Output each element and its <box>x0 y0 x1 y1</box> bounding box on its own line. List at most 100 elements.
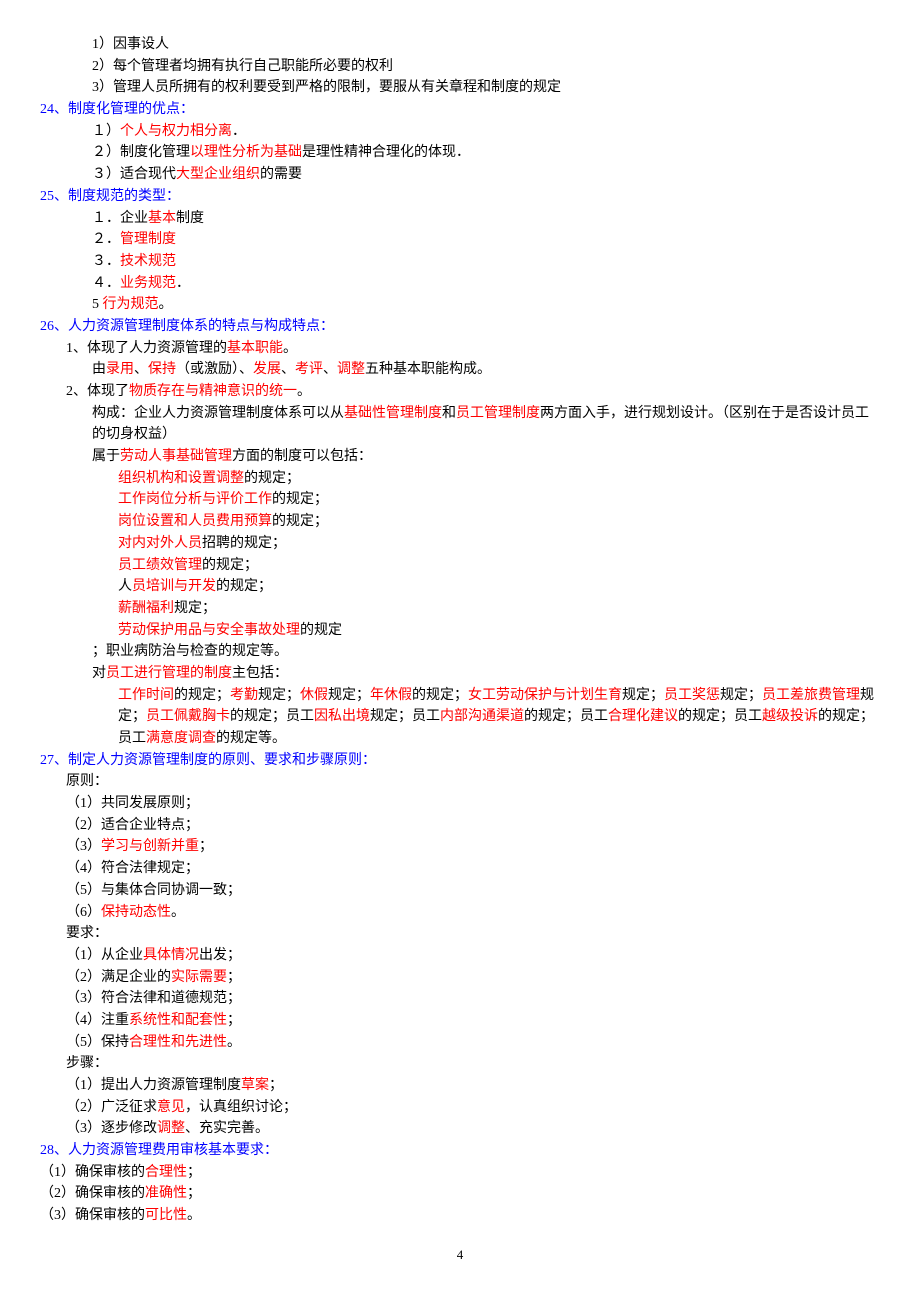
t: ； <box>187 1186 201 1201</box>
t: 学习与创新并重 <box>101 839 199 854</box>
t: 调整 <box>157 1121 185 1136</box>
item-26-2: 2、体现了物质存在与精神意识的统一。 <box>66 381 880 403</box>
t: 。 <box>227 1035 241 1050</box>
t: 保持 <box>148 362 176 377</box>
item-25-2: ２．管理制度 <box>92 229 880 251</box>
p28-3: （3）确保审核的可比性。 <box>40 1205 880 1227</box>
t: 的规定； <box>412 688 468 703</box>
t: 步骤： <box>66 1056 108 1071</box>
t: ２）制度化管理 <box>92 145 190 160</box>
t: ； <box>199 839 213 854</box>
t: 原则： <box>66 774 108 789</box>
t: 的规定 <box>300 623 342 638</box>
label-principle: 原则： <box>66 771 880 793</box>
t: 的规定；员工 <box>678 709 762 724</box>
p27-y6: （6）保持动态性。 <box>66 902 880 924</box>
t: 出发； <box>199 948 241 963</box>
t: １） <box>92 124 120 139</box>
t: 人 <box>118 579 132 594</box>
t: 工作岗位分析与评价工作 <box>118 492 272 507</box>
p27-s2: （2）广泛征求意见，认真组织讨论； <box>66 1097 880 1119</box>
item-24-2: ２）制度化管理以理性分析为基础是理性精神合理化的体现． <box>92 142 880 164</box>
t: 年休假 <box>370 688 412 703</box>
item-25-5: 5 行为规范。 <box>92 294 880 316</box>
t: 对内对外人员 <box>118 536 202 551</box>
t: 主包括： <box>232 666 288 681</box>
t: 的规定； <box>174 688 230 703</box>
t: ； <box>187 1165 201 1180</box>
t: 属于 <box>92 449 120 464</box>
t: 员培训与开发 <box>132 579 216 594</box>
item-25-4: ４．业务规范． <box>92 273 880 295</box>
t: 员工绩效管理 <box>118 558 202 573</box>
heading-text: 24、制度化管理的优点： <box>40 102 194 117</box>
p27-r4: （4）注重系统性和配套性； <box>66 1010 880 1032</box>
t: 行为规范 <box>103 297 159 312</box>
t: 规定； <box>174 601 216 616</box>
t: （2）确保审核的 <box>40 1186 145 1201</box>
t: 规定； <box>258 688 300 703</box>
p27-s3: （3）逐步修改调整、充实完善。 <box>66 1118 880 1140</box>
t: １．企业 <box>92 211 148 226</box>
bullet-9: ；职业病防治与检查的规定等。 <box>92 641 880 663</box>
t: 业务规范 <box>120 276 176 291</box>
t: 2、体现了 <box>66 384 129 399</box>
t: 休假 <box>300 688 328 703</box>
t: 工作时间 <box>118 688 174 703</box>
t: ；职业病防治与检查的规定等。 <box>92 644 288 659</box>
t: 岗位设置和人员费用预算 <box>118 514 272 529</box>
t: 规定；员工 <box>370 709 440 724</box>
t: （3）确保审核的 <box>40 1208 145 1223</box>
t: 薪酬福利 <box>118 601 174 616</box>
t: 合理化建议 <box>608 709 678 724</box>
t: 系统性和配套性 <box>129 1013 227 1028</box>
bullet-4: 对内对外人员招聘的规定； <box>118 533 880 555</box>
item-24-1: １）个人与权力相分离． <box>92 121 880 143</box>
t: 发展 <box>253 362 281 377</box>
t: 4 <box>457 1247 464 1262</box>
heading-26: 26、人力资源管理制度体系的特点与构成特点： <box>40 316 880 338</box>
t: ３． <box>92 254 120 269</box>
t: 是理性精神合理化的体现． <box>302 145 470 160</box>
t: 、 <box>134 362 148 377</box>
t: 的规定； <box>272 492 328 507</box>
t: ４． <box>92 276 120 291</box>
bullet-1: 组织机构和设置调整的规定； <box>118 468 880 490</box>
t: 意见 <box>157 1100 185 1115</box>
text: 3）管理人员所拥有的权利要受到严格的限制，要服从有关章程和制度的规定 <box>92 80 561 95</box>
t: （2）适合企业特点； <box>66 818 199 833</box>
t: 的规定；员工 <box>524 709 608 724</box>
t: ； <box>227 970 241 985</box>
t: 的规定； <box>202 558 258 573</box>
t: （3） <box>66 839 101 854</box>
p28-1: （1）确保审核的合理性； <box>40 1162 880 1184</box>
t: 。 <box>187 1208 201 1223</box>
t: 、充实完善。 <box>185 1121 269 1136</box>
t: 女工劳动保护与计划生育 <box>468 688 622 703</box>
page-number: 4 <box>40 1245 880 1265</box>
bullet-8: 劳动保护用品与安全事故处理的规定 <box>118 620 880 642</box>
t: 越级投诉 <box>762 709 818 724</box>
t: （2）满足企业的 <box>66 970 171 985</box>
p27-y3: （3）学习与创新并重； <box>66 836 880 858</box>
t: （1）共同发展原则； <box>66 796 199 811</box>
t: 具体情况 <box>143 948 199 963</box>
p27-y1: （1）共同发展原则； <box>66 793 880 815</box>
t: 内部沟通渠道 <box>440 709 524 724</box>
p27-y5: （5）与集体合同协调一致； <box>66 880 880 902</box>
t: 员工佩戴胸卡 <box>146 709 230 724</box>
item-26-2-a: 构成：企业人力资源管理制度体系可以从基础性管理制度和员工管理制度两方面入手，进行… <box>92 403 880 446</box>
t: 录用 <box>106 362 134 377</box>
t: 草案 <box>241 1078 269 1093</box>
t: 实际需要 <box>171 970 227 985</box>
t: 规定； <box>622 688 664 703</box>
t: ，认真组织讨论； <box>185 1100 297 1115</box>
t: 组织机构和设置调整 <box>118 471 244 486</box>
bullet-2: 工作岗位分析与评价工作的规定； <box>118 489 880 511</box>
t: 五种基本职能构成。 <box>365 362 491 377</box>
t: 。 <box>283 341 297 356</box>
t: 、 <box>323 362 337 377</box>
item-24-3: ３）适合现代大型企业组织的需要 <box>92 164 880 186</box>
t: ． <box>232 124 246 139</box>
t: 要求： <box>66 926 108 941</box>
